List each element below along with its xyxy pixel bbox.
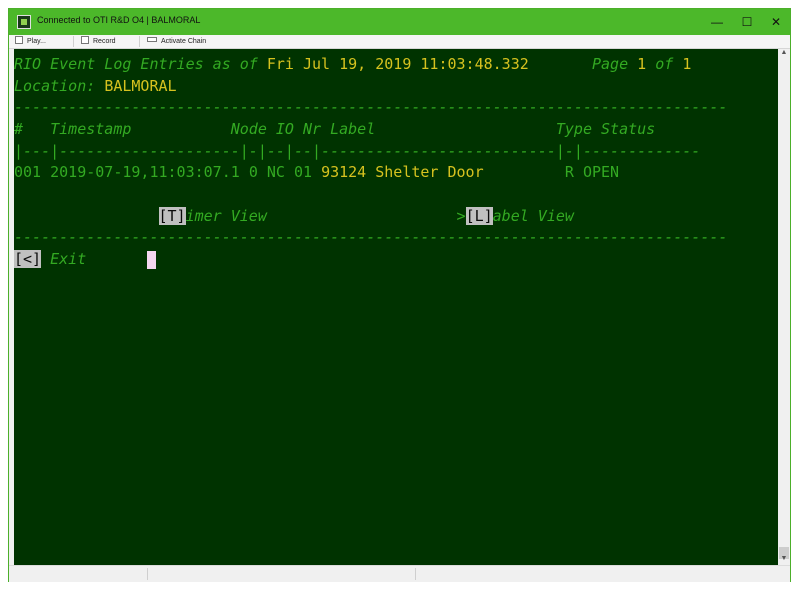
status-bar xyxy=(9,565,790,582)
col-nr: Nr xyxy=(303,120,322,138)
record-label: Record xyxy=(93,38,116,45)
row-num: 001 xyxy=(14,163,42,181)
col-timestamp: Timestamp xyxy=(50,120,132,138)
close-button[interactable]: ✕ xyxy=(761,9,791,35)
window-title: Connected to OTI R&D O4 | BALMORAL xyxy=(37,15,201,25)
text-cursor xyxy=(147,251,156,269)
label-view-option[interactable]: >[L]abel View xyxy=(457,207,574,225)
timer-view-option[interactable]: [T]imer View xyxy=(158,207,267,225)
divider-rule-top: ----------------------------------------… xyxy=(14,98,728,116)
location-label: Location: xyxy=(14,77,105,95)
exit-key: [<] xyxy=(14,250,42,268)
label-view-key: [L] xyxy=(465,207,493,225)
scroll-up-arrow-icon[interactable]: ▲ xyxy=(778,49,790,56)
column-header-row: # Timestamp Node IO Nr Label Type Status xyxy=(14,120,655,138)
chain-icon xyxy=(147,37,157,42)
play-file-icon xyxy=(15,36,23,44)
exit-option[interactable]: [<] Exit xyxy=(14,250,86,268)
log-header-title: RIO Event Log Entries as of xyxy=(14,55,267,73)
record-file-icon xyxy=(81,36,89,44)
row-status: OPEN xyxy=(582,163,620,181)
timer-view-label: imer View xyxy=(185,207,267,225)
minimize-button[interactable]: — xyxy=(702,9,732,35)
terminal-app-icon xyxy=(17,15,31,29)
activate-chain-button[interactable]: Activate Chain xyxy=(147,35,206,48)
row-nr: 01 xyxy=(293,163,313,181)
maximize-button[interactable]: ☐ xyxy=(732,9,762,35)
col-label: Label xyxy=(330,120,376,138)
selected-marker: > xyxy=(456,207,466,225)
col-num: # xyxy=(14,120,24,138)
status-divider xyxy=(415,568,416,580)
table-row[interactable]: 001 2019-07-19,11:03:07.1 0 NC 01 93124 … xyxy=(14,163,619,181)
col-type: Type xyxy=(555,120,592,138)
divider-rule-bottom: ----------------------------------------… xyxy=(14,228,728,246)
column-rule: |---|--------------------|-|--|--|------… xyxy=(14,142,701,160)
label-view-label: abel View xyxy=(492,207,574,225)
app-window: Connected to OTI R&D O4 | BALMORAL — ☐ ✕… xyxy=(8,8,791,582)
page-of: of xyxy=(646,55,683,73)
exit-label: Exit xyxy=(41,250,87,268)
row-io: NC xyxy=(266,163,285,181)
location-value: BALMORAL xyxy=(104,77,177,95)
col-io: IO xyxy=(275,120,294,138)
record-button[interactable]: Record xyxy=(81,35,116,48)
page-current: 1 xyxy=(637,55,647,73)
col-status: Status xyxy=(601,120,656,138)
location-line: Location: BALMORAL xyxy=(14,77,177,95)
page-word: Page xyxy=(592,55,638,73)
log-header-line: RIO Event Log Entries as of Fri Jul 19, … xyxy=(14,55,691,73)
play-label: Play... xyxy=(27,38,46,45)
log-header-datetime: Fri Jul 19, 2019 11:03:48.332 xyxy=(266,55,529,73)
row-node: 0 xyxy=(248,163,258,181)
scroll-down-arrow-icon[interactable]: ▼ xyxy=(778,555,790,562)
row-timestamp: 2019-07-19,11:03:07.1 xyxy=(50,163,240,181)
view-options-line: [T]imer View >[L]abel View xyxy=(14,207,574,225)
terminal-screen[interactable]: RIO Event Log Entries as of Fri Jul 19, … xyxy=(14,49,778,565)
timer-view-key: [T] xyxy=(158,207,186,225)
row-type: R xyxy=(564,163,574,181)
toolbar-divider xyxy=(73,36,74,47)
page-total: 1 xyxy=(682,55,692,73)
status-divider xyxy=(147,568,148,580)
toolbar: Play... Record Activate Chain xyxy=(9,35,790,49)
toolbar-divider xyxy=(139,36,140,47)
activate-chain-label: Activate Chain xyxy=(161,38,207,45)
col-node: Node xyxy=(230,120,267,138)
row-label: 93124 Shelter Door xyxy=(321,163,484,181)
title-bar[interactable]: Connected to OTI R&D O4 | BALMORAL — ☐ ✕ xyxy=(9,9,790,35)
play-button[interactable]: Play... xyxy=(15,35,46,48)
vertical-scrollbar[interactable]: ▲ ▼ xyxy=(778,49,790,565)
